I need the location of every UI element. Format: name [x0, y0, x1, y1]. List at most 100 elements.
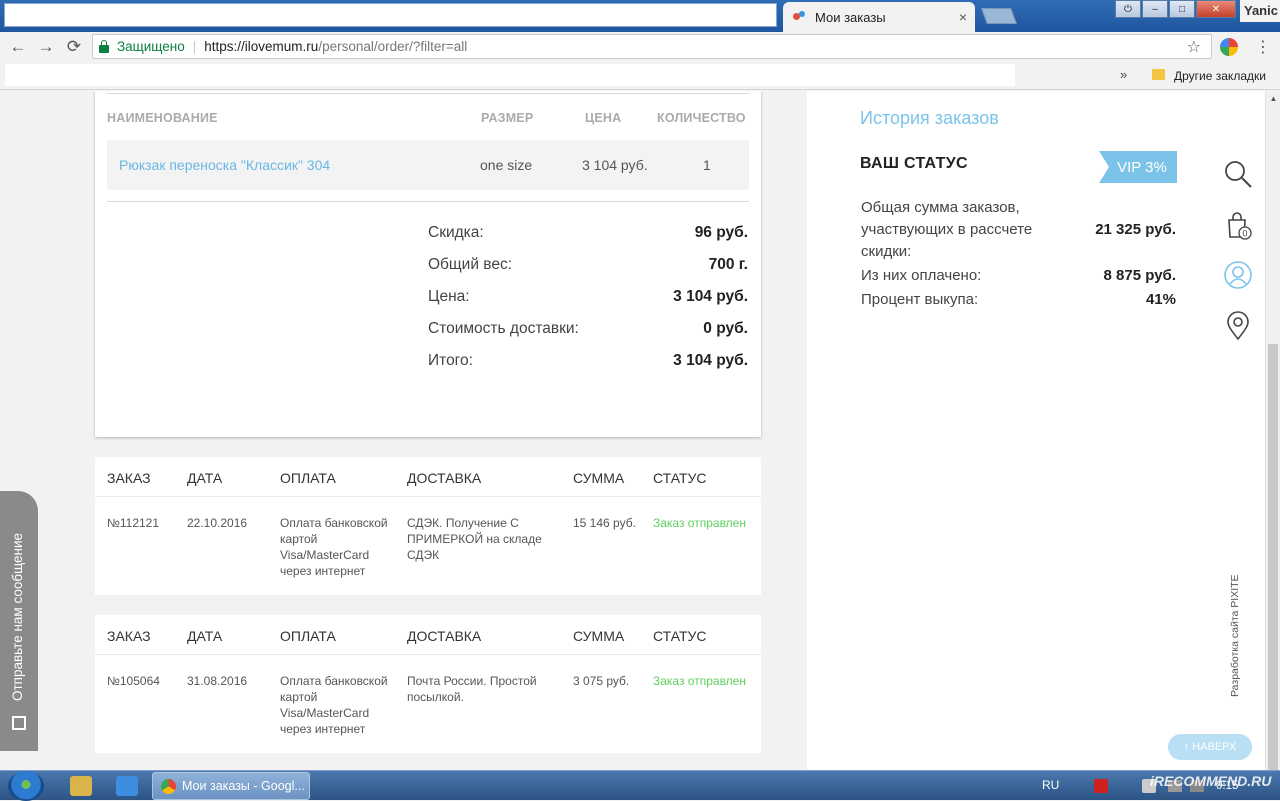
- start-button[interactable]: [8, 771, 44, 801]
- divider: [107, 93, 749, 94]
- order-table: ЗАКАЗ ДАТА ОПЛАТА ДОСТАВКА СУММА СТАТУС …: [95, 457, 761, 595]
- order-status: Заказ отправлен: [653, 516, 746, 530]
- stat-value: 8 875 руб.: [1103, 267, 1176, 284]
- item-name-link[interactable]: Рюкзак переноска "Классик" 304: [119, 157, 330, 173]
- cart-icon[interactable]: 0: [1223, 210, 1253, 240]
- menu-icon[interactable]: ⋮: [1255, 37, 1271, 57]
- order-table: ЗАКАЗ ДАТА ОПЛАТА ДОСТАВКА СУММА СТАТУС …: [95, 615, 761, 753]
- order-sum: 3 075 руб.: [573, 674, 630, 688]
- header-payment: ОПЛАТА: [280, 628, 336, 644]
- divider: [107, 201, 749, 202]
- profile-icon[interactable]: [1223, 260, 1253, 290]
- bookmark-star-icon[interactable]: ☆: [1187, 37, 1201, 57]
- explorer-icon[interactable]: [70, 776, 92, 796]
- chrome-icon: [161, 778, 176, 794]
- order-number[interactable]: №105064: [107, 673, 177, 689]
- minimize-icon[interactable]: –: [1142, 0, 1168, 18]
- summary-label: Цена:: [428, 288, 470, 305]
- scroll-to-top-button[interactable]: ↑ НАВЕРХ: [1168, 734, 1252, 760]
- search-icon[interactable]: [1223, 159, 1253, 189]
- summary-value: 3 104 руб.: [673, 352, 748, 369]
- order-detail-card: НАИМЕНОВАНИЕ РАЗМЕР ЦЕНА КОЛИЧЕСТВО Рюкз…: [95, 91, 761, 437]
- close-window-icon[interactable]: ✕: [1196, 0, 1236, 18]
- divider: [95, 654, 761, 655]
- scroll-up-icon[interactable]: ▲: [1266, 91, 1280, 106]
- bookmarks-overflow-icon[interactable]: »: [1120, 67, 1127, 82]
- bookmarks-bar: » Другие закладки: [0, 62, 1280, 90]
- bookmarks-strip: [5, 64, 1015, 86]
- address-bar[interactable]: Защищено | https://ilovemum.ru/personal/…: [92, 34, 1212, 59]
- header-sum: СУММА: [573, 628, 625, 644]
- url-host: https://ilovemum.ru: [204, 39, 319, 54]
- header-payment: ОПЛАТА: [280, 470, 336, 486]
- taskbar: Мои заказы - Googl... RU iRECOMMEND.RU 0…: [0, 770, 1280, 801]
- order-payment: Оплата банковской картой Visa/MasterCard…: [280, 674, 388, 736]
- header-status: СТАТУС: [653, 628, 707, 644]
- secure-label: Защищено: [117, 39, 185, 54]
- col-header-qty: КОЛИЧЕСТВО: [657, 111, 746, 125]
- tab-close-icon[interactable]: ×: [959, 9, 967, 25]
- order-payment: Оплата банковской картой Visa/MasterCard…: [280, 516, 388, 578]
- profile-name[interactable]: Yanic: [1240, 0, 1280, 22]
- orders-column: НАИМЕНОВАНИЕ РАЗМЕР ЦЕНА КОЛИЧЕСТВО Рюкз…: [50, 91, 807, 770]
- extension-icon[interactable]: [1220, 38, 1238, 56]
- header-order: ЗАКАЗ: [107, 470, 151, 486]
- summary-label: Итого:: [428, 352, 473, 369]
- folder-icon: [1152, 69, 1165, 80]
- stat-label: Из них оплачено:: [861, 267, 982, 284]
- page-scrollbar[interactable]: ▲: [1265, 91, 1280, 770]
- account-sidebar: История заказов ВАШ СТАТУС VIP 3% Общая …: [807, 91, 1265, 770]
- scrollbar-thumb[interactable]: [1268, 344, 1278, 770]
- header-sum: СУММА: [573, 470, 625, 486]
- stat-value: 21 325 руб.: [1095, 221, 1176, 238]
- order-date: 22.10.2016: [187, 516, 248, 530]
- reload-icon[interactable]: ⟳: [60, 37, 88, 57]
- item-size: one size: [480, 157, 533, 173]
- envelope-icon: [12, 716, 26, 730]
- item-price: 3 104 руб.: [582, 157, 648, 173]
- order-delivery: СДЭК. Получение С ПРИМЕРКОЙ на складе СД…: [407, 516, 542, 562]
- taskbar-task-label: Мои заказы - Googl...: [182, 779, 305, 793]
- vip-badge: VIP 3%: [1099, 151, 1177, 183]
- stat-value: 41%: [1145, 291, 1176, 308]
- page-viewport: НАИМЕНОВАНИЕ РАЗМЕР ЦЕНА КОЛИЧЕСТВО Рюкз…: [0, 91, 1265, 770]
- location-pin-icon[interactable]: [1223, 311, 1253, 341]
- header-date: ДАТА: [187, 628, 223, 644]
- order-status: Заказ отправлен: [653, 674, 746, 688]
- summary-value: 0 руб.: [703, 320, 748, 337]
- new-tab-button[interactable]: [981, 8, 1017, 24]
- internet-explorer-icon[interactable]: [116, 776, 138, 796]
- tab-title: Мои заказы: [815, 9, 886, 25]
- summary-label: Стоимость доставки:: [428, 320, 579, 337]
- feedback-tab[interactable]: Отправьте нам сообщение: [0, 491, 38, 751]
- divider: [95, 496, 761, 497]
- maximize-icon[interactable]: □: [1169, 0, 1195, 18]
- summary-value: 3 104 руб.: [673, 288, 748, 305]
- header-delivery: ДОСТАВКА: [407, 470, 482, 486]
- order-history-link[interactable]: История заказов: [860, 108, 999, 129]
- url-separator: |: [192, 39, 197, 54]
- col-header-size: РАЗМЕР: [481, 111, 534, 125]
- order-sum: 15 146 руб.: [573, 516, 636, 530]
- order-delivery: Почта России. Простой посылкой.: [407, 674, 537, 704]
- header-status: СТАТУС: [653, 470, 707, 486]
- back-icon[interactable]: ←: [4, 37, 32, 57]
- developer-credit[interactable]: Разработка сайта PIXITE: [1229, 567, 1241, 697]
- order-number[interactable]: №112121: [107, 515, 177, 531]
- taskbar-chrome-window[interactable]: Мои заказы - Googl...: [152, 772, 310, 800]
- stat-label: Процент выкупа:: [861, 291, 979, 308]
- summary-value: 96 руб.: [694, 224, 748, 241]
- antivirus-tray-icon[interactable]: [1094, 779, 1108, 793]
- user-icon[interactable]: ⏻: [1115, 0, 1141, 18]
- site-favicon-icon: [791, 9, 807, 25]
- header-order: ЗАКАЗ: [107, 628, 151, 644]
- window-controls: ⏻ – □ ✕: [1114, 0, 1236, 18]
- language-indicator[interactable]: RU: [1042, 778, 1059, 792]
- other-bookmarks[interactable]: Другие закладки: [1174, 69, 1266, 83]
- clock[interactable]: 0:15: [1216, 780, 1238, 792]
- tab-my-orders[interactable]: Мои заказы ×: [783, 2, 975, 32]
- item-quantity: 1: [703, 157, 711, 173]
- forward-icon[interactable]: →: [32, 37, 60, 57]
- order-item-row: Рюкзак переноска "Классик" 304 one size …: [107, 140, 749, 190]
- summary-label: Общий вес:: [428, 256, 513, 273]
